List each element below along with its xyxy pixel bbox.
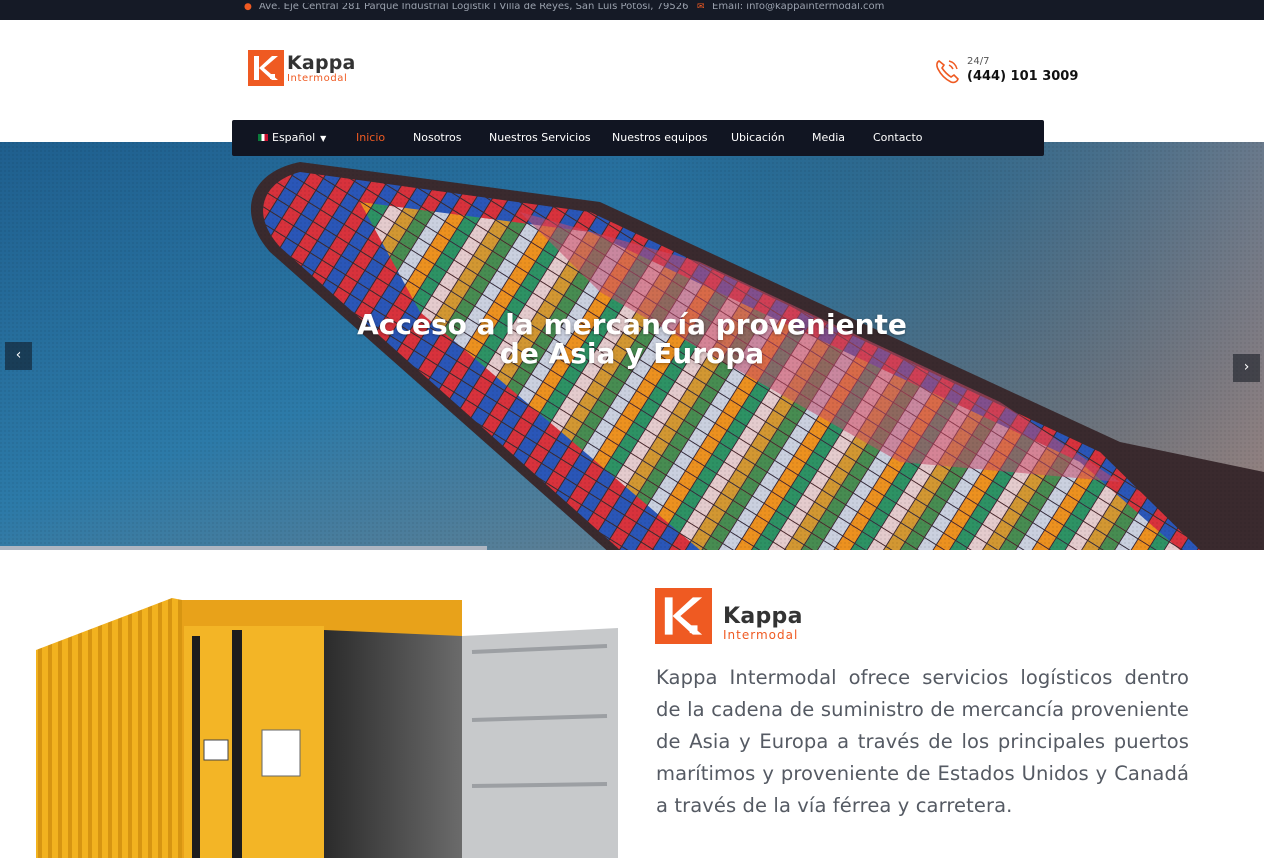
language-label: Español <box>272 131 316 144</box>
nav-item-nosotros[interactable]: Nosotros <box>413 131 461 144</box>
brand-logo-text[interactable]: Kappa Intermodal <box>287 53 356 85</box>
email-text: Email: info@kappaintermodal.com <box>712 3 885 12</box>
top-bar: ● Ave. Eje Central 281 Parque Industrial … <box>0 0 1264 20</box>
nav-item-servicios[interactable]: Nuestros Servicios <box>489 131 591 144</box>
chevron-left-icon: ‹ <box>15 347 22 363</box>
nav-item-media[interactable]: Media <box>812 131 845 144</box>
address: ● Ave. Eje Central 281 Parque Industrial … <box>244 3 688 15</box>
nav-item-contacto[interactable]: Contacto <box>873 131 923 144</box>
nav-item-ubicacion[interactable]: Ubicación <box>731 131 785 144</box>
hero-title-line2: de Asia y Europa <box>499 337 765 370</box>
brand-name-large: Kappa <box>723 604 803 629</box>
brand-name: Kappa <box>287 52 356 74</box>
envelope-icon: ✉ <box>697 3 705 12</box>
main-nav: Español ▼ Inicio Nosotros Nuestros Servic… <box>232 120 1044 156</box>
hero-title: Acceso a la mercancía proveniente de Asi… <box>0 310 1264 368</box>
language-selector[interactable]: Español ▼ <box>258 131 326 144</box>
nav-item-equipos[interactable]: Nuestros equipos <box>612 131 707 144</box>
shipping-container-image <box>32 590 622 858</box>
slider-progress-bar <box>0 546 487 550</box>
phone-icon <box>934 58 960 84</box>
nav-item-inicio[interactable]: Inicio <box>356 131 385 144</box>
chevron-down-icon: ▼ <box>320 134 327 143</box>
brand-sub-large: Intermodal <box>723 628 799 642</box>
hours-label: 24/7 <box>967 56 990 67</box>
kappa-logo-icon[interactable] <box>248 50 284 86</box>
brand-sub: Intermodal <box>287 73 348 84</box>
slider-next-button[interactable]: › <box>1233 354 1260 382</box>
slider-prev-button[interactable]: ‹ <box>5 342 32 370</box>
email-link[interactable]: ✉ Email: info@kappaintermodal.com <box>697 3 884 15</box>
about-description: Kappa Intermodal ofrece servicios logíst… <box>656 666 1189 817</box>
kappa-logo-icon-large <box>655 588 712 644</box>
map-pin-icon: ● <box>244 3 252 12</box>
mexico-flag-icon <box>258 134 268 141</box>
phone-number[interactable]: (444) 101 3009 <box>967 69 1078 84</box>
address-text: Ave. Eje Central 281 Parque Industrial L… <box>259 3 689 12</box>
chevron-right-icon: › <box>1243 359 1250 375</box>
brand-logo-text-large: Kappa Intermodal <box>723 605 803 642</box>
